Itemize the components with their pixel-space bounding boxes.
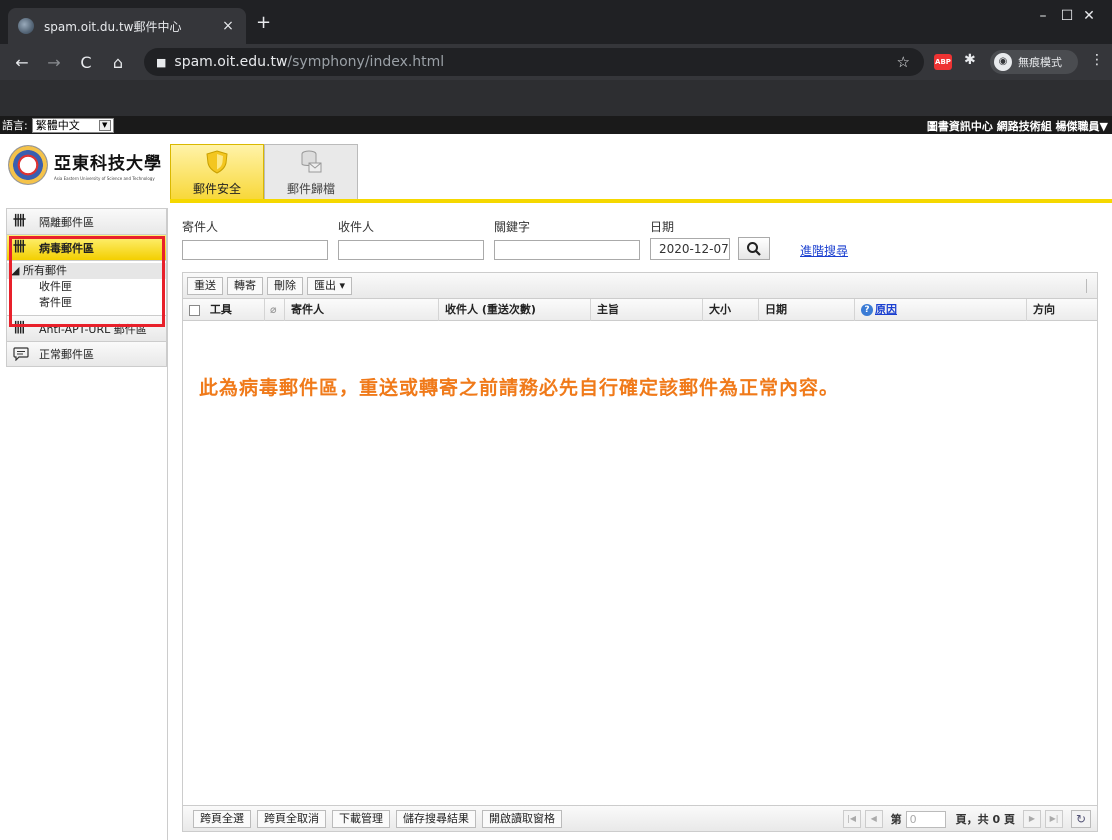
incognito-icon: ◉ (994, 53, 1012, 71)
module-accent-rule (170, 199, 1112, 203)
app-header-bar: 語言: 繁體中文 ▼ 圖書資訊中心 網路技術組 楊傑職員▼ (0, 116, 1112, 134)
recipient-input[interactable] (338, 240, 484, 260)
pager: |◀ ◀ 第 0 頁，共 0 頁 ▶ ▶| ↻ (839, 810, 1091, 828)
save-search-results-button[interactable]: 儲存搜尋結果 (396, 809, 476, 828)
module-tab-mail-security[interactable]: 郵件安全 (170, 144, 264, 200)
date-label: 日期 (650, 220, 675, 234)
page-label: 第 (890, 813, 902, 826)
help-icon[interactable]: ? (861, 304, 873, 316)
bookmark-star-icon[interactable]: ☆ (897, 53, 910, 71)
fence-icon: 卌 (13, 213, 27, 229)
adblock-extension-icon[interactable]: ABP (934, 54, 952, 70)
tab-title: spam.oit.du.tw郵件中心 (44, 19, 182, 34)
refresh-icon[interactable]: ↻ (1071, 810, 1091, 828)
sender-input[interactable] (182, 240, 328, 260)
column-date[interactable]: 日期 (759, 299, 855, 321)
page-number-input[interactable]: 0 (905, 810, 946, 828)
search-icon (747, 242, 761, 256)
export-dropdown[interactable]: 匯出 ▾ (307, 276, 353, 295)
resend-button[interactable]: 重送 (187, 276, 223, 295)
paperclip-icon: ⌀ (265, 299, 285, 321)
last-page-icon[interactable]: ▶| (1045, 810, 1063, 828)
university-seal-icon (8, 145, 48, 185)
select-all-pages-button[interactable]: 跨頁全選 (193, 809, 251, 828)
back-arrow-icon[interactable]: ← (6, 53, 38, 72)
address-bar[interactable]: ■ spam.oit.edu.tw/symphony/index.html ☆ (144, 48, 924, 76)
grid-footer: 跨頁全選 跨頁全取消 下載管理 儲存搜尋結果 開啟讀取窗格 |◀ ◀ 第 0 頁… (183, 805, 1097, 831)
university-logo: 亞東科技大學 Asia Eastern University of Scienc… (8, 140, 168, 190)
archive-database-icon (301, 150, 322, 173)
sidebar-item-quarantine[interactable]: 卌 隔離郵件區 (6, 208, 167, 234)
select-all-checkbox[interactable] (189, 304, 200, 316)
keyword-input[interactable] (494, 240, 640, 260)
home-icon[interactable]: ⌂ (102, 53, 134, 72)
date-input[interactable]: 2020-12-07 (650, 238, 730, 260)
page-total-label: 頁，共 0 頁 (955, 813, 1015, 826)
sidebar-item-normal[interactable]: 正常郵件區 (6, 341, 167, 367)
module-label: 郵件歸檔 (286, 182, 335, 196)
advanced-search-link[interactable]: 進階搜尋 (800, 242, 848, 259)
browser-content-gap (0, 80, 1112, 116)
column-label: 工具 (209, 303, 232, 316)
virus-zone-warning: 此為病毒郵件區，重送或轉寄之前請務必先自行確定該郵件為正常內容。 (199, 377, 840, 399)
browser-tabstrip: spam.oit.du.tw郵件中心 × + – ☐ ✕ (0, 0, 1112, 44)
grid-toolbar: 重送 轉寄 刪除 匯出 ▾ (183, 273, 1097, 299)
open-reading-pane-button[interactable]: 開啟讀取窗格 (482, 809, 562, 828)
chevron-down-icon: ▼ (98, 119, 111, 131)
lock-icon: ■ (156, 55, 167, 69)
column-reason[interactable]: ? 原因 (855, 299, 1027, 321)
download-manager-button[interactable]: 下載管理 (332, 809, 390, 828)
browser-menu-icon[interactable]: ⋮ (1090, 52, 1104, 68)
forward-button[interactable]: 轉寄 (227, 276, 263, 295)
sender-label: 寄件人 (182, 220, 219, 234)
browser-tab[interactable]: spam.oit.du.tw郵件中心 × (8, 8, 246, 44)
column-recipient[interactable]: 收件人 (重送次數) (439, 299, 591, 321)
sidebar-item-label: 隔離郵件區 (39, 215, 94, 229)
forward-arrow-icon[interactable]: → (38, 53, 70, 72)
shield-icon (206, 150, 228, 174)
mail-grid: 重送 轉寄 刪除 匯出 ▾ 工具 ⌀ 寄件人 收件人 (重送次數) 主旨 大小 … (182, 272, 1098, 832)
language-value: 繁體中文 (35, 119, 80, 132)
module-tab-mail-archive[interactable]: 郵件歸檔 (264, 144, 358, 200)
reason-link[interactable]: 原因 (875, 303, 897, 316)
column-sender[interactable]: 寄件人 (285, 299, 439, 321)
language-label: 語言: (2, 119, 28, 132)
column-tools: 工具 (183, 299, 265, 321)
first-page-icon[interactable]: |◀ (842, 810, 861, 828)
university-name-en: Asia Eastern University of Science and T… (54, 176, 155, 181)
url-host: spam.oit.edu.tw (174, 54, 288, 70)
column-subject[interactable]: 主旨 (591, 299, 703, 321)
keyword-label: 關鍵字 (494, 220, 531, 234)
recipient-label: 收件人 (338, 220, 375, 234)
delete-button[interactable]: 刪除 (267, 276, 303, 295)
column-direction[interactable]: 方向 (1027, 299, 1097, 321)
new-tab-button[interactable]: + (256, 14, 271, 32)
column-size[interactable]: 大小 (703, 299, 759, 321)
chat-bubble-icon (13, 347, 31, 362)
incognito-indicator[interactable]: ◉ 無痕模式 (990, 50, 1078, 74)
globe-icon (18, 18, 34, 34)
deselect-all-pages-button[interactable]: 跨頁全取消 (257, 809, 326, 828)
language-select[interactable]: 繁體中文 ▼ (31, 117, 114, 133)
university-name: 亞東科技大學 (54, 154, 162, 174)
reload-icon[interactable]: C (70, 53, 102, 72)
toolbar-separator (1086, 279, 1087, 293)
user-menu[interactable]: 圖書資訊中心 網路技術組 楊傑職員▼ (927, 118, 1108, 134)
module-label: 郵件安全 (192, 182, 241, 196)
grid-header: 工具 ⌀ 寄件人 收件人 (重送次數) 主旨 大小 日期 ? 原因 方向 (183, 299, 1097, 321)
search-button[interactable] (738, 237, 770, 260)
extensions-puzzle-icon[interactable]: ✱ (964, 52, 976, 68)
close-window-button[interactable]: ✕ (1066, 8, 1112, 24)
highlight-box (9, 236, 165, 327)
prev-page-icon[interactable]: ◀ (864, 810, 883, 828)
close-tab-icon[interactable]: × (220, 18, 236, 34)
sidebar-item-label: 正常郵件區 (39, 348, 94, 361)
url-path: /symphony/index.html (287, 54, 445, 70)
next-page-icon[interactable]: ▶ (1023, 810, 1041, 828)
incognito-label: 無痕模式 (1018, 56, 1062, 69)
